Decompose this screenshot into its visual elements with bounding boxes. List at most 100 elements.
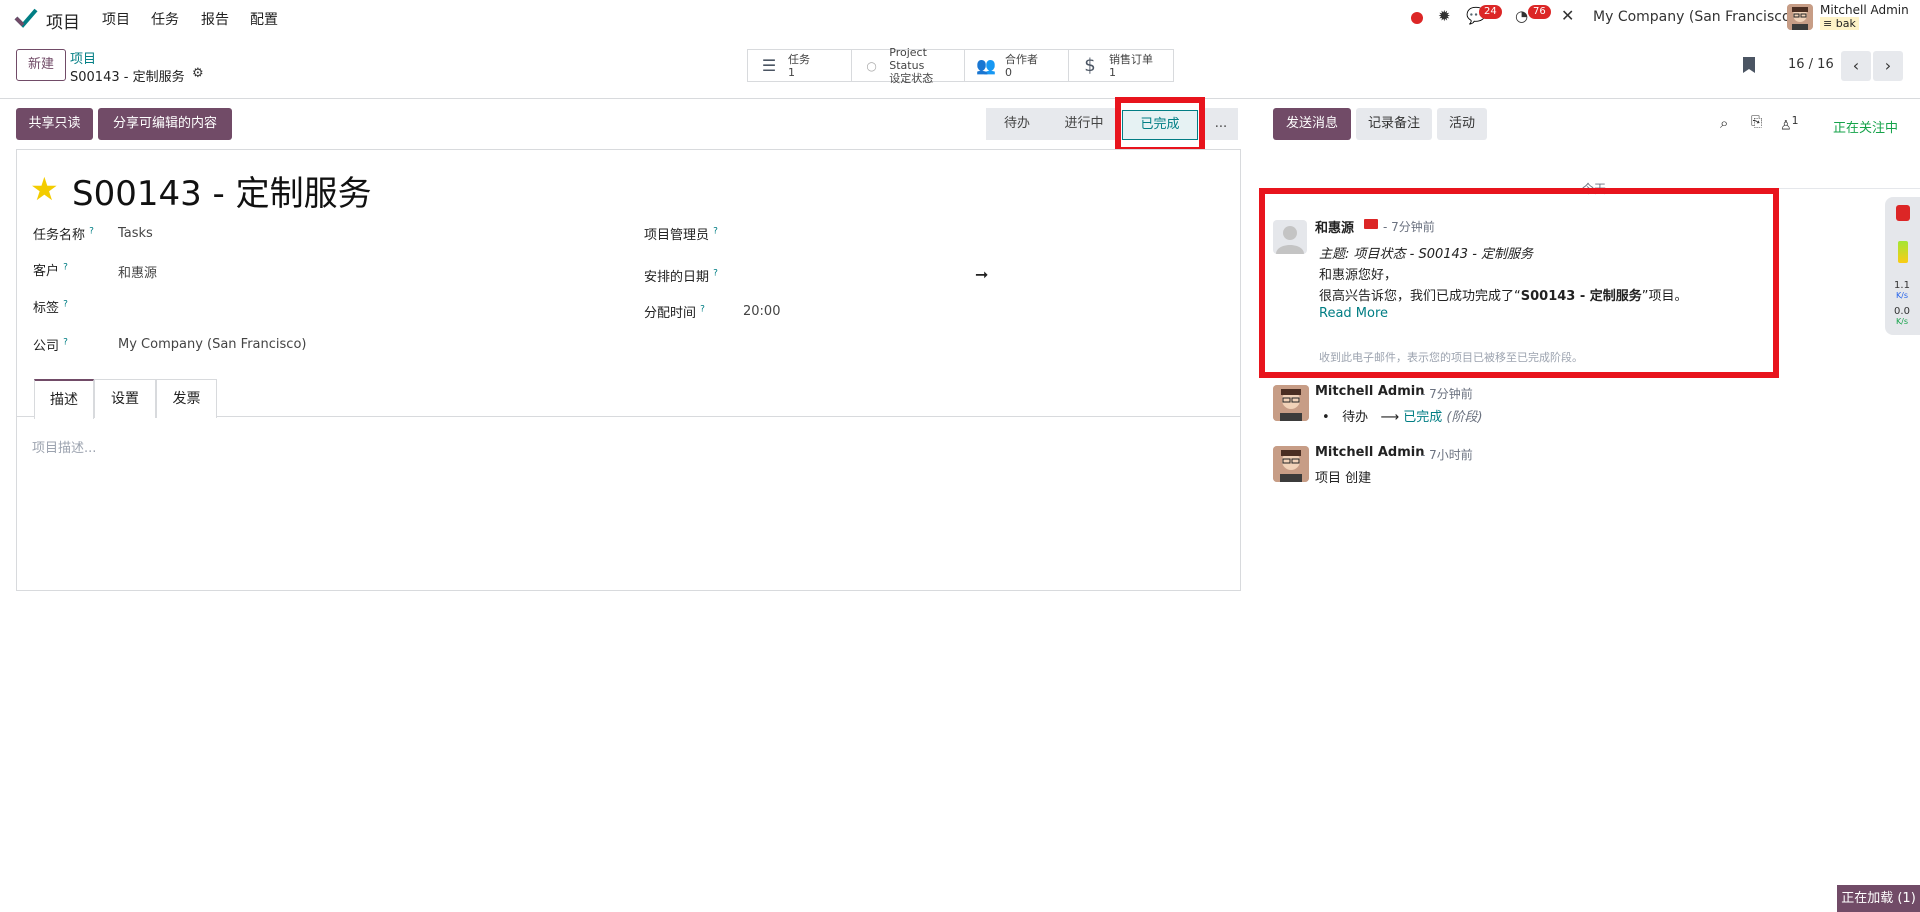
tracking-change: • 待办 ⟶ 已完成 (阶段) [1322, 410, 1483, 425]
help-icon: ? [713, 268, 718, 279]
avatar [1273, 385, 1309, 421]
allocated-hours-label: 分配时间 ? [644, 302, 705, 321]
stage-in-progress[interactable]: 进行中 [1048, 108, 1120, 140]
message-body: 项目 创建 [1315, 471, 1372, 486]
menu-reports[interactable]: 报告 [201, 9, 229, 29]
menu-config[interactable]: 配置 [250, 9, 278, 29]
help-icon: ? [63, 262, 68, 273]
user-avatar[interactable] [1787, 4, 1813, 30]
smart-value: 0 [1005, 65, 1012, 79]
label-text: 标签 [33, 301, 60, 316]
tags-label: 标签 ? [33, 297, 68, 316]
customer-field[interactable]: 和惠源 [118, 262, 157, 281]
pager-value[interactable]: 16 / 16 [1788, 57, 1834, 72]
menu-tasks[interactable]: 任务 [151, 9, 179, 29]
date-range-arrow-icon: ➞ [975, 265, 989, 284]
menu-projects[interactable]: 项目 [102, 9, 130, 29]
smart-button-tasks[interactable]: ☰ 任务 1 [748, 50, 852, 81]
db-name: bak [1835, 17, 1856, 30]
label-text: 分配时间 [644, 306, 697, 321]
meter-icon [1898, 241, 1908, 263]
tools-icon[interactable]: ✕ [1561, 6, 1574, 25]
star-icon[interactable]: ★ [30, 170, 59, 208]
help-icon: ? [713, 226, 718, 237]
app-name[interactable]: 项目 [46, 8, 80, 33]
stage-todo[interactable]: 待办 [986, 108, 1048, 140]
manager-label: 项目管理员 ? [644, 224, 718, 243]
label-text: 任务名称 [33, 228, 86, 243]
followers-icon[interactable]: ♙1 [1780, 114, 1799, 133]
form-sheet [16, 149, 1241, 591]
clock-icon[interactable]: ◔ [1515, 7, 1528, 25]
network-monitor-widget[interactable]: 1.1 K/s 0.0 K/s [1885, 197, 1920, 335]
company-label: 公司 ? [33, 335, 68, 354]
smart-label: 销售订单 [1109, 52, 1153, 66]
tab-description[interactable]: 描述 [34, 379, 94, 419]
breadcrumb-parent[interactable]: 项目 [70, 48, 96, 67]
smart-label: 任务 [788, 52, 810, 66]
share-editable-button[interactable]: 分享可编辑的内容 [98, 108, 232, 140]
messages-badge: 24 [1479, 5, 1502, 19]
description-editor[interactable]: 项目描述... [32, 437, 96, 456]
highlight-box-message [1259, 188, 1779, 378]
share-readonly-button[interactable]: 共享只读 [16, 108, 93, 140]
attachment-icon[interactable]: ⎘ [1751, 114, 1762, 130]
help-icon: ? [700, 304, 705, 315]
task-name-field[interactable]: Tasks [118, 226, 153, 241]
smart-label: Project Status [889, 46, 927, 72]
following-status[interactable]: 正在关注中 [1833, 117, 1898, 136]
tab-settings[interactable]: 设置 [94, 379, 156, 418]
smart-button-project-status[interactable]: ○ Project Status 设定状态 [852, 46, 965, 85]
smart-button-sale-orders[interactable]: $ 销售订单 1 [1069, 50, 1173, 81]
message-author[interactable]: Mitchell Admin [1315, 384, 1424, 399]
planned-date-label: 安排的日期 ? [644, 266, 718, 285]
label-text: 安排的日期 [644, 270, 710, 285]
field-name: (阶段) [1446, 410, 1483, 425]
gear-icon[interactable]: ⚙ [192, 66, 204, 81]
company-switcher[interactable]: My Company (San Francisco) [1593, 9, 1796, 25]
status-dot-icon: ○ [866, 58, 877, 73]
user-name[interactable]: Mitchell Admin [1820, 3, 1909, 17]
smart-value: 1 [788, 65, 795, 79]
download-unit: K/s [1895, 317, 1909, 326]
help-icon: ? [63, 299, 68, 310]
followers-count: 1 [1791, 114, 1799, 127]
message-author[interactable]: Mitchell Admin [1315, 445, 1424, 460]
help-icon: ? [89, 226, 94, 237]
search-icon[interactable]: ⌕ [1720, 114, 1728, 132]
tasks-icon: ☰ [761, 56, 777, 75]
new-button[interactable]: 新建 [16, 49, 66, 81]
log-note-button[interactable]: 记录备注 [1356, 108, 1432, 140]
smart-value: 1 [1109, 65, 1116, 79]
pager-prev-button[interactable]: ‹ [1841, 51, 1871, 81]
send-message-button[interactable]: 发送消息 [1273, 108, 1351, 140]
smart-button-collaborators[interactable]: 👥 合作者 0 [965, 50, 1069, 81]
smart-value: 设定状态 [889, 72, 934, 85]
activity-button[interactable]: 活动 [1437, 108, 1487, 140]
upload-value: 1.1 [1894, 280, 1910, 291]
download-speed: 0.0 K/s [1887, 307, 1917, 327]
stage-more-button[interactable]: ... [1204, 108, 1238, 140]
app-logo-icon[interactable] [14, 7, 38, 29]
db-badge: ≡ bak [1820, 17, 1859, 30]
breadcrumb-current: S00143 - 定制服务 [70, 70, 185, 85]
tab-invoicing[interactable]: 发票 [156, 379, 217, 418]
allocated-hours-field[interactable]: 20:00 [743, 304, 780, 319]
company-field[interactable]: My Company (San Francisco) [118, 337, 306, 352]
upload-speed: 1.1 K/s [1887, 281, 1917, 301]
customer-label: 客户 ? [33, 260, 68, 279]
label-text: 客户 [33, 264, 60, 279]
dollar-icon: $ [1084, 55, 1096, 76]
record-dot-icon[interactable] [1411, 12, 1423, 24]
avatar [1273, 446, 1309, 482]
smart-label: 合作者 [1005, 52, 1038, 66]
pager-next-button[interactable]: › [1873, 51, 1903, 81]
message-time: - 7分钟前 [1421, 387, 1473, 401]
new-value: 已完成 [1403, 410, 1443, 425]
task-name-label: 任务名称 ? [33, 224, 94, 243]
project-title[interactable]: S00143 - 定制服务 [72, 166, 372, 215]
upload-unit: K/s [1895, 291, 1909, 300]
activities-badge: 76 [1528, 5, 1551, 19]
bug-icon[interactable]: ✹ [1438, 7, 1451, 25]
users-icon: 👥 [976, 56, 996, 75]
